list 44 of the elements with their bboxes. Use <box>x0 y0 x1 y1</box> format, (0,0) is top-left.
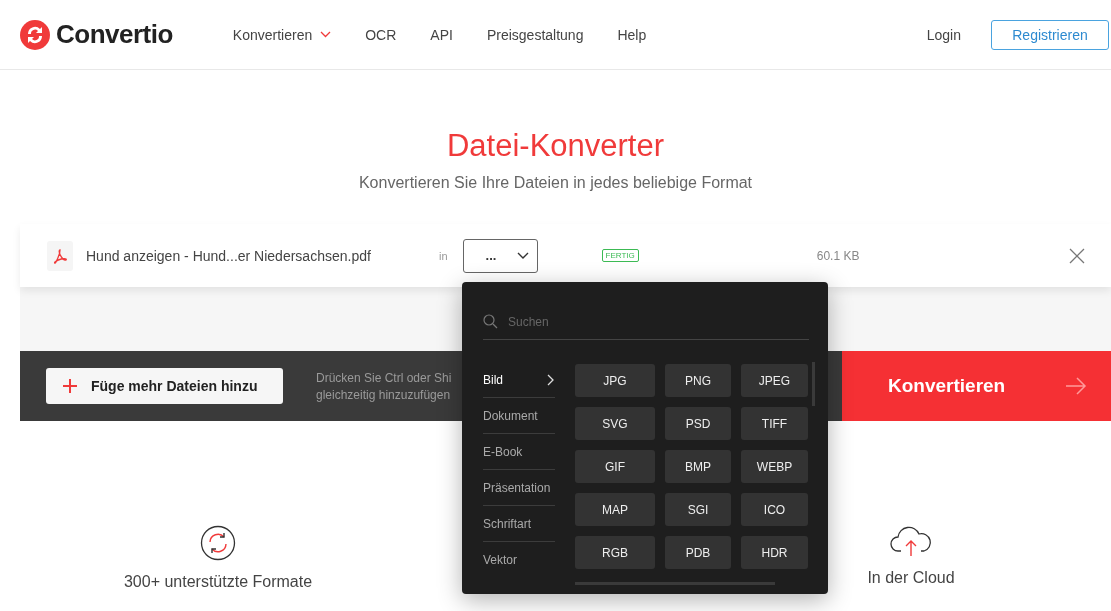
format-option[interactable]: JPEG <box>741 364 808 397</box>
feature-label: 300+ unterstützte Formate <box>123 573 313 591</box>
format-option[interactable]: HDR <box>741 536 808 569</box>
page-subtitle: Konvertieren Sie Ihre Dateien in jedes beliebige Format <box>358 174 753 192</box>
nav-link[interactable]: API <box>430 26 453 43</box>
logo-text[interactable]: Convertio <box>56 19 173 50</box>
format-option[interactable]: SGI <box>665 493 731 526</box>
file-size: 60.1 KB <box>816 248 860 263</box>
format-option[interactable]: PDB <box>665 536 731 569</box>
format-option[interactable]: TIFF <box>741 407 808 440</box>
category-item[interactable]: Präsentation <box>483 470 555 506</box>
in-label: in <box>439 249 448 262</box>
category-item[interactable]: Bild <box>483 362 555 398</box>
category-item[interactable]: Vektor <box>483 542 555 578</box>
format-option[interactable]: WEBP <box>741 450 808 483</box>
format-select[interactable]: ... <box>462 238 538 273</box>
login-link[interactable]: Login <box>926 26 961 43</box>
search-field[interactable]: Suchen <box>483 304 809 340</box>
category-item[interactable]: Schriftart <box>483 506 555 542</box>
format-option[interactable]: ICO <box>741 493 808 526</box>
nav-link[interactable]: Preisgestaltung <box>486 26 584 43</box>
format-option[interactable]: PSD <box>665 407 731 440</box>
search-input[interactable]: Suchen <box>506 313 665 330</box>
format-option[interactable]: SVG <box>575 407 655 440</box>
nav-link[interactable]: OCR <box>365 26 397 43</box>
format-option[interactable]: JPG <box>575 364 655 397</box>
format-option[interactable]: GIF <box>575 450 655 483</box>
format-option[interactable]: RGB <box>575 536 655 569</box>
register-button[interactable]: Registrieren <box>991 19 1109 50</box>
hint-text: Drücken Sie Ctrl oder Shi <box>316 370 453 385</box>
convert-button[interactable]: Konvertieren <box>842 351 1111 421</box>
page-title: Datei-Konverter <box>446 128 665 164</box>
format-option[interactable]: BMP <box>665 450 731 483</box>
hint-text: gleichzeitig hinzuzufügen <box>316 387 452 402</box>
file-name: Hund anzeigen - Hund...er Niedersachsen.pdf <box>86 247 372 264</box>
nav-link[interactable]: Help <box>617 26 647 43</box>
status-tag: FERTIG <box>601 249 639 262</box>
add-files-button[interactable]: Füge mehr Dateien hinzu <box>46 368 283 404</box>
format-option[interactable]: MAP <box>575 493 655 526</box>
category-item[interactable]: Dokument <box>483 398 555 434</box>
format-option[interactable]: PNG <box>665 364 731 397</box>
feature-label: In der Cloud <box>867 569 955 587</box>
category-item[interactable]: E-Book <box>483 434 555 470</box>
nav-link[interactable]: Konvertieren <box>232 26 332 43</box>
